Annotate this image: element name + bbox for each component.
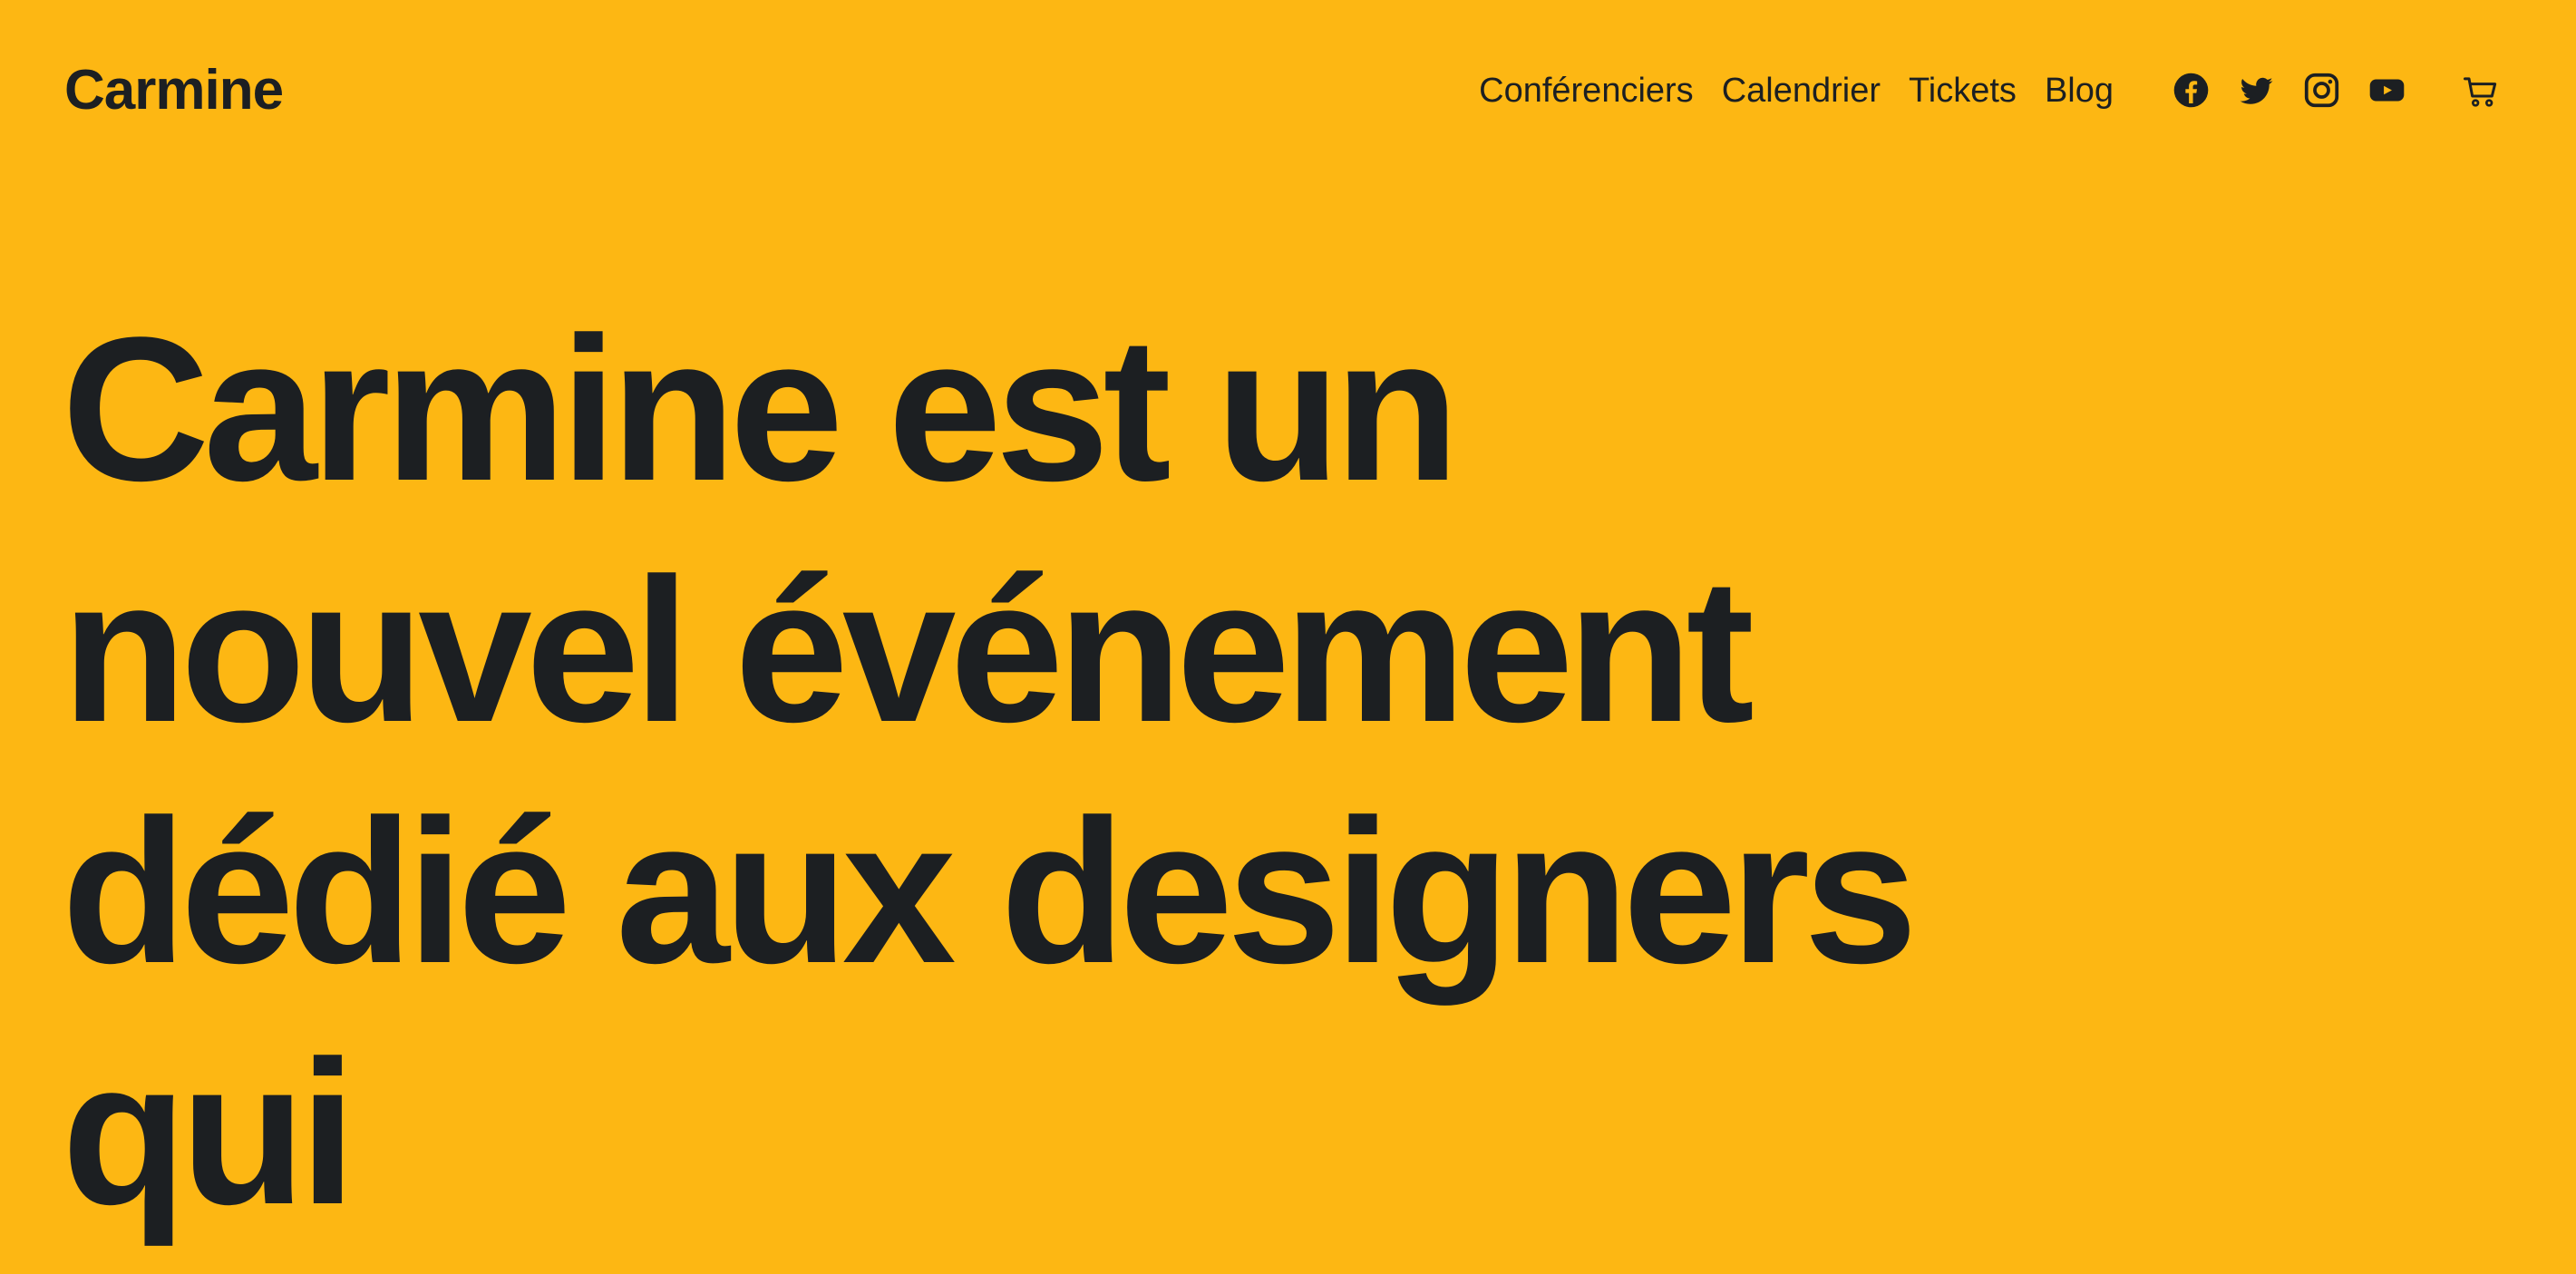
main-navigation: Conférenciers Calendrier Tickets Blog — [1479, 63, 2114, 118]
nav-link-calendrier[interactable]: Calendrier — [1722, 63, 1881, 118]
cart-icon[interactable] — [2463, 72, 2499, 112]
nav-link-tickets[interactable]: Tickets — [1909, 63, 2017, 118]
youtube-icon[interactable] — [2368, 72, 2406, 109]
instagram-icon[interactable] — [2303, 72, 2340, 109]
twitter-icon[interactable] — [2238, 72, 2275, 109]
hero-headline: Carmine est un nouvel événement dédié au… — [62, 294, 1918, 1247]
nav-link-conferenciers[interactable]: Conférenciers — [1479, 63, 1694, 118]
facebook-icon[interactable] — [2173, 72, 2210, 109]
site-logo[interactable]: Carmine — [64, 56, 284, 125]
nav-link-blog[interactable]: Blog — [2045, 63, 2114, 118]
site-header: Carmine Conférenciers Calendrier Tickets… — [0, 0, 2576, 181]
social-links — [2173, 72, 2406, 109]
